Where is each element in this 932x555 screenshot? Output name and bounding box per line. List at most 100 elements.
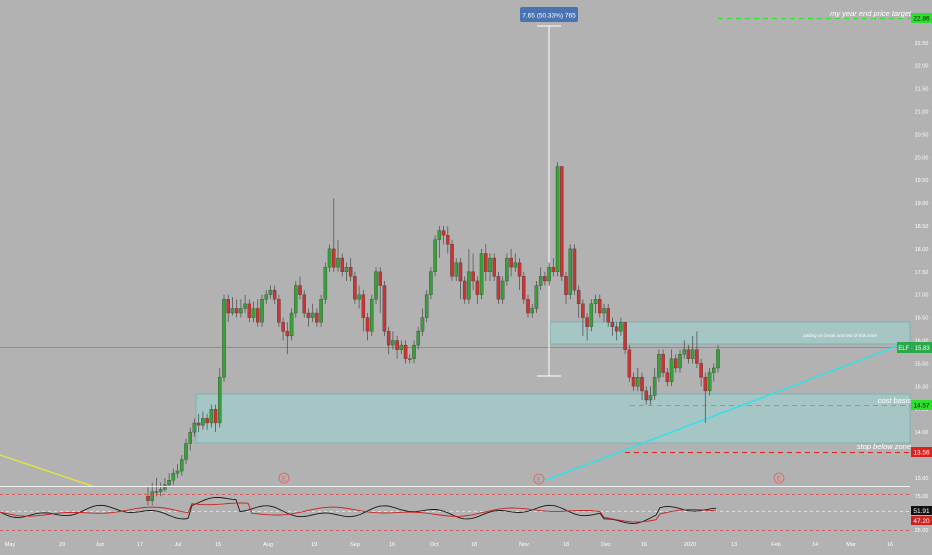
candle-body	[370, 299, 374, 332]
candle-body	[640, 376, 644, 392]
candle-body	[441, 230, 446, 236]
x-tick-label: Oct	[430, 542, 439, 548]
candle	[589, 299, 594, 332]
candle	[534, 280, 539, 314]
candle	[496, 271, 501, 304]
candle-body	[568, 248, 572, 295]
candle-body	[517, 262, 522, 277]
candle-body	[555, 166, 560, 272]
candle-body	[154, 491, 159, 493]
candle-body	[429, 271, 433, 295]
candle	[289, 308, 294, 341]
candle	[319, 294, 323, 327]
candle-body	[365, 317, 370, 332]
candle-body	[256, 308, 260, 323]
candle-body	[209, 409, 214, 424]
candle-body	[294, 285, 298, 314]
price-chart-svg[interactable]: 7.65 (50.33%) 765 my year end price targ…	[0, 0, 932, 550]
target-annotation: my year end price target	[830, 9, 912, 18]
candle-body	[703, 376, 708, 392]
candle	[555, 161, 560, 277]
stop-price-text: 13.56	[913, 450, 930, 457]
candle-body	[623, 322, 627, 350]
candle-body	[488, 257, 492, 272]
adding-zone-annotation: adding on break and test of this zone	[803, 333, 877, 338]
candle-body	[306, 312, 311, 318]
candle-body	[382, 285, 387, 332]
candle-body	[500, 280, 505, 300]
stop-price-tag: 13.56	[911, 447, 932, 457]
candle-body	[509, 257, 513, 268]
x-tick-label: Mar	[846, 542, 856, 548]
candle-body	[462, 280, 467, 300]
candle-body	[475, 280, 480, 295]
x-tick-label: Jun	[96, 542, 105, 548]
candle-body	[239, 308, 243, 314]
candle-body	[699, 363, 703, 378]
candle-body	[648, 395, 653, 401]
candle-body	[564, 276, 568, 295]
candle-body	[652, 376, 657, 396]
y-tick-label: 17.50	[915, 270, 929, 276]
chart-background	[0, 0, 932, 550]
cost-basis-zone[interactable]	[195, 393, 911, 444]
candle-body	[695, 349, 699, 364]
candle-body	[593, 299, 598, 305]
candle-body	[188, 431, 192, 444]
indicator-level-75: 75.00	[915, 494, 929, 500]
x-tick-label: 17	[137, 542, 143, 548]
y-tick-label: 21.50	[915, 87, 929, 93]
last-price-tag-text: ELF · 15.83	[898, 346, 930, 352]
candle-body	[424, 294, 429, 318]
x-tick-label: 13	[731, 542, 737, 548]
y-tick-label: 13.00	[915, 476, 929, 482]
trading-chart[interactable]: 7.65 (50.33%) 765 my year end price targ…	[0, 0, 932, 550]
candle-body	[386, 331, 391, 346]
candle-body	[496, 276, 501, 300]
candle-body	[686, 349, 691, 359]
y-tick-label: 18.00	[915, 247, 929, 253]
target-price-text: 22.86	[913, 16, 930, 23]
cost-basis-price-text: 14.57	[913, 403, 930, 410]
y-tick-label: 22.50	[915, 41, 929, 47]
x-tick-label: 16	[389, 542, 395, 548]
candle-body	[530, 308, 534, 314]
candle-body	[374, 271, 378, 300]
candle-body	[247, 303, 252, 318]
candle-body	[505, 257, 509, 282]
candle-body	[344, 267, 349, 272]
candle	[479, 248, 484, 300]
candle-body	[357, 294, 361, 300]
candle-body	[644, 390, 648, 401]
cost-basis-annotation: cost basis	[878, 396, 912, 405]
candle	[323, 262, 328, 304]
candle-body	[205, 418, 209, 424]
x-tick-label: 19	[311, 542, 317, 548]
y-tick-label: 18.50	[915, 224, 929, 230]
candle-body	[213, 409, 218, 424]
candle-body	[619, 322, 623, 332]
candle-body	[298, 285, 302, 295]
candle-body	[678, 354, 682, 369]
x-tick-label: Feb	[771, 542, 780, 548]
indicator-value-tag-2: 47.20	[911, 516, 932, 525]
candle-body	[327, 248, 332, 268]
candle-body	[150, 491, 154, 501]
candle	[627, 345, 632, 382]
x-tick-label: 14	[812, 542, 818, 548]
candle	[353, 271, 357, 304]
candle-body	[399, 344, 404, 350]
candle-body	[184, 443, 188, 460]
candle-body	[585, 317, 589, 327]
candle-body	[251, 308, 256, 318]
x-tick-label: 18	[563, 542, 569, 548]
candle-body	[454, 262, 458, 277]
candle-body	[598, 299, 602, 314]
candle-body	[589, 303, 594, 327]
candle-body	[348, 267, 353, 277]
candle	[522, 271, 526, 304]
y-tick-label: 15.00	[915, 384, 929, 390]
candle-body	[289, 312, 294, 337]
candle-body	[336, 257, 340, 268]
y-tick-label: 21.00	[915, 110, 929, 116]
